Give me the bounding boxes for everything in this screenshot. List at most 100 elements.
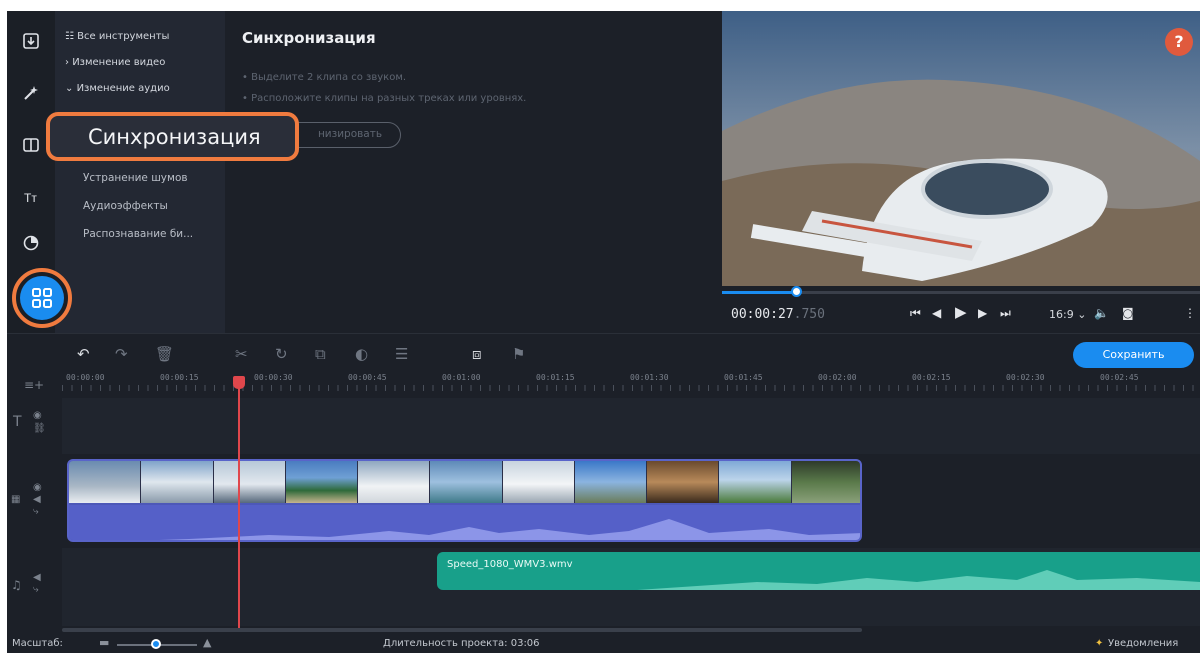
- video-frame: [722, 11, 1200, 286]
- titles-button[interactable]: Tт: [19, 185, 43, 209]
- filters-button[interactable]: [19, 81, 43, 105]
- track-detach-icon[interactable]: ⤷: [33, 506, 39, 517]
- color-adjust-icon[interactable]: ◐: [355, 345, 368, 363]
- text-track-icon: T: [13, 414, 22, 430]
- frame-forward-icon[interactable]: ▶: [978, 306, 987, 320]
- project-duration: Длительность проекта: 03:06: [383, 638, 540, 649]
- thumbnail: [791, 461, 860, 503]
- playhead[interactable]: [238, 379, 240, 629]
- thumbnail: [647, 461, 720, 503]
- clip-thumbnails: [69, 461, 860, 503]
- sticker-icon: [23, 235, 39, 251]
- track-visibility-icon[interactable]: ◉: [33, 482, 42, 493]
- cut-icon[interactable]: ✂: [235, 345, 248, 363]
- track-volume-icon[interactable]: ◀: [33, 572, 41, 583]
- ruler-label: 00:02:15: [912, 373, 951, 382]
- track-detach-icon[interactable]: ⤷: [33, 584, 39, 595]
- timeline: ↶ ↷ 🗑 ✂ ↻ ⧉ ◐ ☰ ⧈ ⚑ Сохранить ≡+ 00:00:0…: [7, 333, 1200, 653]
- ruler-label: 00:00:00: [66, 373, 105, 382]
- track-link-icon[interactable]: ⛓: [33, 423, 46, 434]
- list-icon: ☷: [65, 31, 78, 42]
- sync-tool-icon[interactable]: ⧈: [472, 345, 482, 363]
- import-button[interactable]: [19, 29, 43, 53]
- marker-icon[interactable]: ⚑: [512, 345, 525, 363]
- import-icon: [23, 33, 39, 49]
- camera-icon[interactable]: ◙: [1122, 306, 1134, 320]
- progress-knob[interactable]: [791, 286, 802, 297]
- stickers-button[interactable]: [19, 231, 43, 255]
- ruler-label: 00:00:30: [254, 373, 293, 382]
- menu-beat-detection[interactable]: Распознавание би...: [83, 228, 193, 240]
- rotate-icon[interactable]: ↻: [275, 345, 288, 363]
- menu-all-tools[interactable]: ☷ Все инструменты: [65, 31, 169, 42]
- thumbnail: [213, 461, 286, 503]
- hint-line-2: • Расположите клипы на разных треках или…: [242, 93, 527, 104]
- ruler-label: 00:02:00: [818, 373, 857, 382]
- audio-clip-waveform: [637, 570, 1200, 590]
- thumbnail: [358, 461, 431, 503]
- track-visibility-icon[interactable]: ◉: [33, 410, 42, 421]
- frame-back-icon[interactable]: ◀: [932, 306, 941, 320]
- video-clip[interactable]: [67, 459, 862, 542]
- preview-player: ? 00:00:27.750 ⏮ ◀ ▶ ▶ ⏭ 16:9 ⌄ 🔈 ◙ ⋮: [722, 11, 1200, 333]
- redo-icon[interactable]: ↷: [115, 345, 128, 363]
- menu-audio-effects[interactable]: Аудиоэффекты: [83, 200, 168, 212]
- ruler-label: 00:01:45: [724, 373, 763, 382]
- timeline-scrollbar[interactable]: [62, 628, 862, 632]
- more-tools-button[interactable]: [12, 268, 72, 328]
- transitions-icon: [23, 138, 39, 152]
- sync-panel: Синхронизация • Выделите 2 клипа со звук…: [225, 11, 722, 333]
- more-options-icon[interactable]: ⋮: [1184, 306, 1196, 320]
- app-window: Tт ☷ Все инструменты › Изменение видео ⌄…: [7, 11, 1200, 653]
- playhead-handle[interactable]: [233, 376, 245, 389]
- undo-icon[interactable]: ↶: [77, 345, 90, 363]
- notification-icon[interactable]: ✦: [1095, 638, 1103, 649]
- menu-edit-video[interactable]: › Изменение видео: [65, 57, 165, 68]
- ruler-label: 00:00:45: [348, 373, 387, 382]
- ruler-label: 00:01:30: [630, 373, 669, 382]
- thumbnail: [430, 461, 503, 503]
- aspect-ratio-select[interactable]: 16:9 ⌄: [1049, 308, 1086, 321]
- music-note-icon: ♫: [11, 578, 22, 592]
- audio-clip[interactable]: Speed_1080_WMV3.wmv: [437, 552, 1200, 590]
- ruler-label: 00:00:15: [160, 373, 199, 382]
- hint-line-1: • Выделите 2 клипа со звуком.: [242, 72, 407, 83]
- track-volume-icon[interactable]: ◀: [33, 494, 41, 505]
- chevron-down-icon: ⌄: [65, 83, 77, 94]
- video-track-icon: ▦: [11, 494, 21, 505]
- help-button[interactable]: ?: [1165, 28, 1193, 56]
- delete-icon[interactable]: 🗑: [155, 345, 174, 363]
- zoom-in-icon[interactable]: ▲: [203, 636, 211, 649]
- play-icon[interactable]: ▶: [955, 303, 967, 321]
- thumbnail: [719, 461, 792, 503]
- ruler-label: 00:02:30: [1006, 373, 1045, 382]
- volume-icon[interactable]: 🔈: [1094, 306, 1109, 320]
- svg-text:Tт: Tт: [24, 191, 37, 205]
- crop-icon[interactable]: ⧉: [315, 345, 326, 363]
- thumbnail: [69, 461, 142, 503]
- thumbnail: [285, 461, 359, 503]
- notifications-link[interactable]: Уведомления: [1108, 638, 1178, 649]
- text-icon: Tт: [24, 191, 37, 205]
- add-track-icon[interactable]: ≡+: [24, 378, 44, 392]
- timecode: 00:00:27.750: [731, 307, 825, 322]
- skip-end-icon[interactable]: ⏭: [1000, 306, 1011, 321]
- status-bar: Масштаб: ▬ ▲ Длительность проекта: 03:06…: [7, 634, 1200, 653]
- text-track[interactable]: [62, 398, 1200, 454]
- save-button[interactable]: Сохранить: [1073, 342, 1194, 368]
- panel-title: Синхронизация: [242, 29, 376, 47]
- magic-wand-icon: [24, 86, 38, 100]
- zoom-slider-knob[interactable]: [151, 639, 161, 649]
- ruler-label: 00:01:15: [536, 373, 575, 382]
- properties-icon[interactable]: ☰: [395, 345, 408, 363]
- menu-noise-removal[interactable]: Устранение шумов: [83, 172, 188, 184]
- zoom-out-icon[interactable]: ▬: [99, 636, 109, 649]
- scale-label: Масштаб:: [12, 638, 63, 649]
- sync-menu-highlight[interactable]: Синхронизация: [46, 112, 299, 161]
- progress-fill: [722, 291, 799, 294]
- ruler-label: 00:01:00: [442, 373, 481, 382]
- transitions-button[interactable]: [19, 133, 43, 157]
- skip-start-icon[interactable]: ⏮: [910, 306, 921, 321]
- ruler-label: 00:02:45: [1100, 373, 1139, 382]
- menu-edit-audio[interactable]: ⌄ Изменение аудио: [65, 83, 170, 94]
